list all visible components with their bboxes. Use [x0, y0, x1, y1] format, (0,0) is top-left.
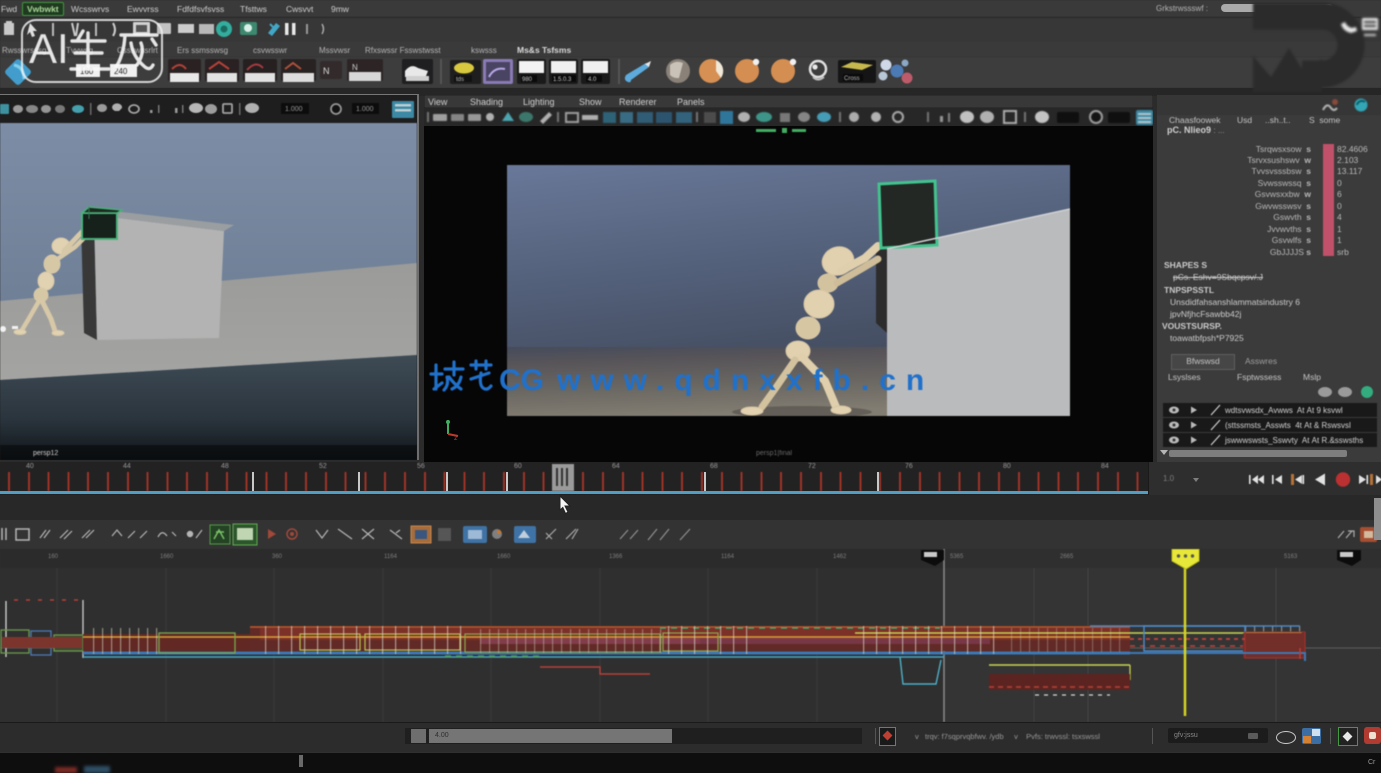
svg-text:www.qdnxxfb.cn: www.qdnxxfb.cn	[556, 364, 934, 397]
svg-text:5163: 5163	[1284, 554, 1298, 560]
svg-text:z: z	[454, 435, 458, 442]
svg-text:persp12: persp12	[33, 450, 58, 457]
svg-text:N: N	[352, 63, 358, 72]
svg-text:tds: tds	[456, 77, 464, 83]
svg-text:5365: 5365	[950, 554, 964, 560]
svg-text:980: 980	[522, 77, 533, 83]
svg-text:1366: 1366	[609, 554, 623, 560]
svg-text:1462: 1462	[833, 554, 847, 560]
svg-text:1164: 1164	[721, 554, 735, 560]
svg-text:1.5.0.3: 1.5.0.3	[553, 77, 572, 83]
svg-text:CG: CG	[499, 364, 544, 397]
svg-text:1.000: 1.000	[285, 106, 303, 113]
svg-text:1164: 1164	[384, 554, 398, 560]
svg-text:160: 160	[48, 554, 59, 560]
svg-text:1.000: 1.000	[356, 106, 374, 113]
svg-text:2665: 2665	[1060, 554, 1074, 560]
svg-text:Cross: Cross	[844, 76, 860, 82]
svg-text:N: N	[323, 66, 330, 76]
svg-text:1660: 1660	[160, 554, 174, 560]
svg-text:1660: 1660	[497, 554, 511, 560]
svg-text:360: 360	[272, 554, 283, 560]
svg-text:4.0: 4.0	[588, 77, 597, 83]
